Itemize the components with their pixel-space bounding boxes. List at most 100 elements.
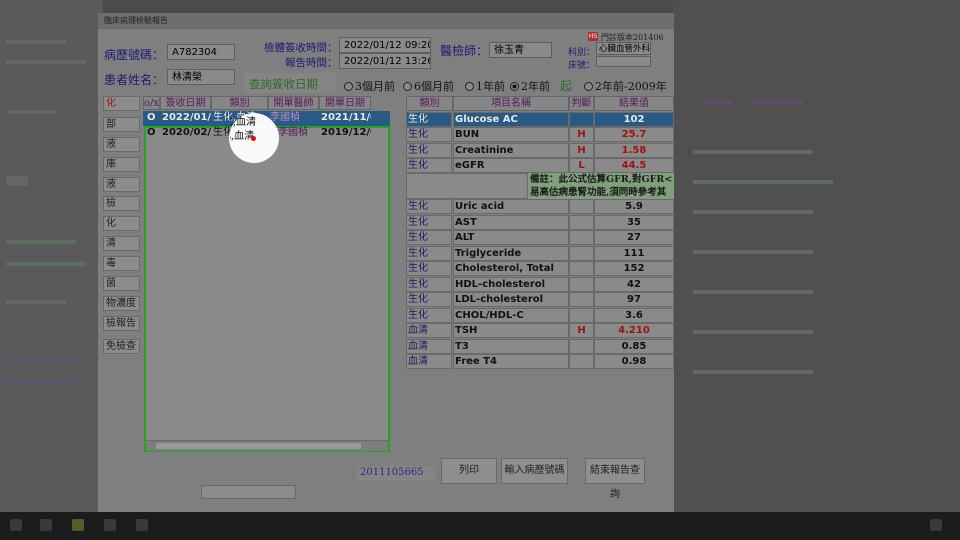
result-value: 102 [594,112,674,127]
print-button[interactable]: 列印 [441,458,497,484]
technician-label: 醫檢師： [440,44,489,58]
radio-1-year[interactable]: 1年前 [465,78,505,94]
result-item-name: HDL-cholesterol [453,277,569,292]
hs-badge: HS [588,32,598,41]
col-header-receive-date[interactable]: 簽收日期 [160,96,211,110]
side-tab-9[interactable]: 菌 [103,276,140,291]
radio-2-years-2009[interactable]: 2年前-2009年 [584,78,667,94]
bed-field [596,56,651,67]
col-header-order-date[interactable]: 開單日期 [319,96,371,110]
result-flag [569,292,594,307]
result-category: 血清 [406,339,452,354]
result-category: 生化 [406,158,452,173]
result-row[interactable]: 生化 eGFR L 44.5 [406,158,674,173]
row-date: 2022/01/12 [162,112,211,123]
side-tab-5[interactable]: 檢 [103,196,140,211]
col-header-doctor[interactable]: 開單醫師 [268,96,319,110]
result-row[interactable]: 生化 BUN H 25.7 [406,127,674,142]
result-row[interactable]: 生化 Uric acid 5.9 [406,199,674,214]
receive-time-label: 檢體簽收時間： [264,42,338,54]
result-item-name: T3 [453,339,569,354]
result-item-name: BUN [453,127,569,142]
result-category: 生化 [406,292,452,307]
side-tab-6[interactable]: 化 [103,216,140,231]
radio-3-months[interactable]: 3個月前 [344,78,395,94]
result-value: 97 [594,292,674,307]
radio-6-months[interactable]: 6個月前 [403,78,454,94]
side-tab-8[interactable]: 毒 [103,256,140,271]
result-row[interactable]: 生化 Glucose AC 102 [406,112,674,127]
receive-time-field: 2022/01/12 09:20 [339,37,431,53]
result-row[interactable]: 血清 TSH H 4.210 [406,323,674,338]
result-value: 1.58 [594,143,674,158]
result-row[interactable]: 血清 T3 0.85 [406,339,674,354]
result-row[interactable]: 生化 ALT 27 [406,230,674,245]
result-value: 111 [594,246,674,261]
result-value: 0.98 [594,354,674,369]
result-category: 生化 [406,215,452,230]
input-chart-no-button[interactable]: 輸入病歷號碼 [501,458,568,484]
egfr-note: 備註：此公式估算GFR,對GFR< 易高估病患腎功能,須同時參考其 [528,173,674,199]
department-label: 科別： [568,48,596,58]
result-row[interactable]: 生化 AST 35 [406,215,674,230]
side-tab-3[interactable]: 庫 [103,157,140,172]
row-order-date: 2021/11/02 [321,112,371,123]
result-category: 生化 [406,246,452,261]
side-tab-1[interactable]: 部 [103,117,140,132]
result-category: 生化 [406,199,452,214]
start-icon[interactable] [10,519,22,531]
result-value: 152 [594,261,674,276]
result-item-name: Uric acid [453,199,569,214]
result-category: 生化 [406,261,452,276]
result-row[interactable]: 生化 HDL-cholesterol 42 [406,277,674,292]
side-tab-12[interactable]: 免檢查 [103,339,140,354]
row-doctor: 李國楨 [278,127,308,138]
result-row[interactable]: 血清 Free T4 0.98 [406,354,674,369]
col-header-category[interactable]: 類別 [211,96,268,110]
result-item-name: CHOL/HDL-C [453,308,569,323]
result-row[interactable]: 生化 Triglyceride 111 [406,246,674,261]
taskbar-app-icon[interactable] [104,519,116,531]
taskbar-tray-icon[interactable] [930,519,942,531]
side-tab-7[interactable]: 清 [103,236,140,251]
result-row[interactable]: 生化 LDL-cholesterol 97 [406,292,674,307]
scrollbar-thumb[interactable] [156,443,361,449]
side-tab-4[interactable]: 液 [103,177,140,192]
result-flag: H [569,143,594,158]
taskbar-folder-icon[interactable] [72,519,84,531]
side-tab-10[interactable]: 物濃度 [103,296,140,311]
result-item-name: Free T4 [453,354,569,369]
result-flag [569,339,594,354]
result-category: 生化 [406,143,452,158]
result-flag [569,261,594,276]
row-ox: O [147,112,156,123]
result-row[interactable]: 生化 CHOL/HDL-C 3.6 [406,308,674,323]
result-row[interactable]: 生化 Cholesterol, Total 152 [406,261,674,276]
taskbar-app-icon[interactable] [136,519,148,531]
result-category: 生化 [406,308,452,323]
report-time-label: 報告時間： [285,57,338,69]
result-flag [569,215,594,230]
note-line-2: 易高估病患腎功能,須同時參考其 [530,187,667,198]
window-titlebar: 臨床病理檢驗報告 [98,13,674,29]
side-tab-0[interactable]: 化 [103,96,140,111]
result-row[interactable]: 生化 Creatinine H 1.58 [406,143,674,158]
result-item-name: Glucose AC [453,112,569,127]
side-tab-2[interactable]: 液 [103,137,140,152]
side-tab-11[interactable]: 檢報告 [103,316,140,331]
result-flag [569,112,594,127]
row-order-date: 2019/12/03 [321,127,371,138]
result-item-name: LDL-cholesterol [453,292,569,307]
result-value: 27 [594,230,674,245]
report-list-panel[interactable] [144,126,390,452]
horizontal-scrollbar[interactable] [146,440,388,451]
radio-2-years[interactable]: 2年前 [510,78,550,94]
end-query-button[interactable]: 結束報告查詢 [585,458,645,500]
chart-no-field[interactable]: A782304 [167,44,235,60]
patient-name-field[interactable]: 林清榮 [167,69,235,85]
result-value: 5.9 [594,199,674,214]
result-value: 25.7 [594,127,674,142]
taskbar-app-icon[interactable] [40,519,52,531]
result-item-name: Cholesterol, Total [453,261,569,276]
note-filler [406,173,528,199]
